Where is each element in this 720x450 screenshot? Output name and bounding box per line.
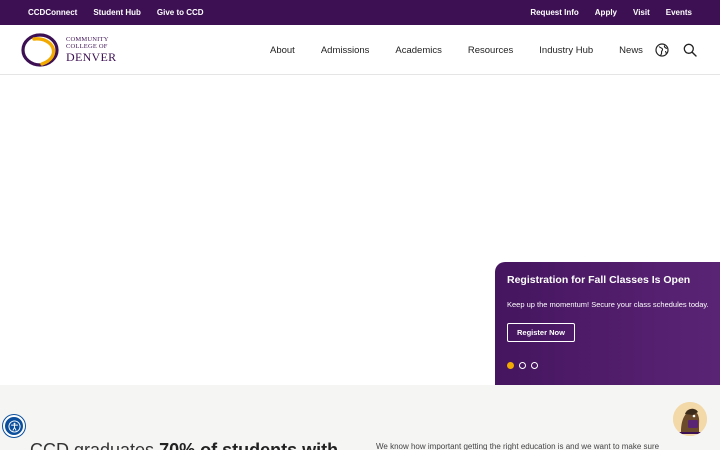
logo-text: COMMUNITY COLLEGE OF DENVER [66, 36, 117, 64]
stats-headline: CCD graduates 70% of students with [30, 440, 338, 450]
nav-item-news[interactable]: News [619, 45, 643, 56]
chat-mascot-avatar[interactable] [673, 402, 707, 436]
slide-dot-3[interactable] [531, 362, 538, 369]
stats-headline-bold: 70% of students with [159, 440, 339, 450]
nav-item-academics[interactable]: Academics [395, 45, 441, 56]
utility-link-ccdconnect[interactable]: CCDConnect [28, 8, 77, 17]
stats-headline-start: CCD graduates [30, 440, 160, 450]
globe-icon[interactable] [655, 43, 669, 57]
slide-body: Keep up the momentum! Secure your class … [507, 300, 709, 309]
utility-nav-right: Request Info Apply Visit Events [530, 8, 692, 17]
utility-link-apply[interactable]: Apply [595, 8, 617, 17]
slide-dot-1[interactable] [507, 362, 514, 369]
mascot-icon [673, 402, 707, 436]
register-now-button[interactable]: Register Now [507, 323, 575, 342]
utility-link-visit[interactable]: Visit [633, 8, 650, 17]
logo-line-denver: DENVER [66, 50, 117, 64]
hero-slide-card: Registration for Fall Classes Is Open Ke… [495, 262, 720, 385]
main-nav: About Admissions Academics Resources Ind… [270, 25, 643, 75]
utility-link-events[interactable]: Events [666, 8, 692, 17]
utility-link-request-info[interactable]: Request Info [530, 8, 578, 17]
slide-dots [507, 362, 538, 369]
utility-link-student-hub[interactable]: Student Hub [93, 8, 141, 17]
utility-nav-left: CCDConnect Student Hub Give to CCD [28, 8, 204, 17]
utility-bar: CCDConnect Student Hub Give to CCD Reque… [0, 0, 720, 25]
college-logo[interactable]: COMMUNITY COLLEGE OF DENVER [20, 32, 120, 68]
stats-section: CCD graduates 70% of students with We kn… [0, 385, 720, 450]
logo-mark-icon [21, 33, 59, 67]
nav-item-industry-hub[interactable]: Industry Hub [539, 45, 593, 56]
nav-item-admissions[interactable]: Admissions [321, 45, 370, 56]
slide-dot-2[interactable] [519, 362, 526, 369]
nav-item-about[interactable]: About [270, 45, 295, 56]
stats-copy: We know how important getting the right … [376, 442, 660, 450]
utility-link-give[interactable]: Give to CCD [157, 8, 204, 17]
search-icon[interactable] [683, 43, 697, 57]
accessibility-icon[interactable] [3, 415, 25, 437]
slide-title: Registration for Fall Classes Is Open [507, 274, 691, 286]
nav-item-resources[interactable]: Resources [468, 45, 513, 56]
main-header: COMMUNITY COLLEGE OF DENVER About Admiss… [0, 25, 720, 75]
